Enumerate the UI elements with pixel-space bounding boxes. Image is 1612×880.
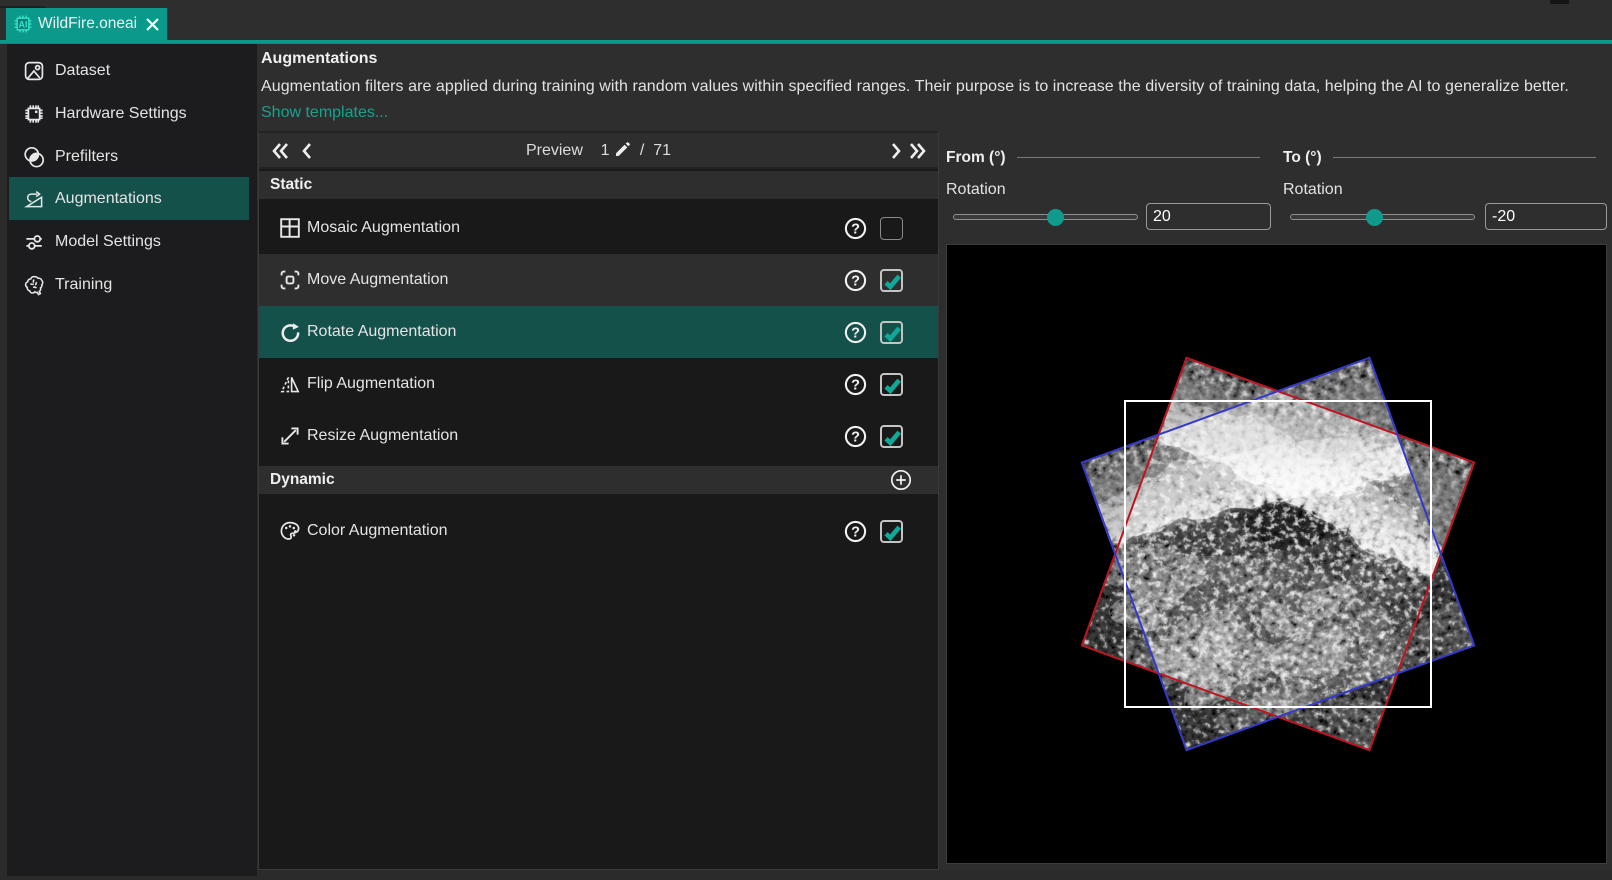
svg-text:?: ? <box>851 430 860 446</box>
svg-text:?: ? <box>851 326 860 342</box>
svg-text:?: ? <box>851 274 860 290</box>
svg-text:?: ? <box>851 378 860 394</box>
svg-text:?: ? <box>851 525 860 541</box>
svg-text:?: ? <box>851 222 860 238</box>
svg-text:AI: AI <box>19 19 28 29</box>
